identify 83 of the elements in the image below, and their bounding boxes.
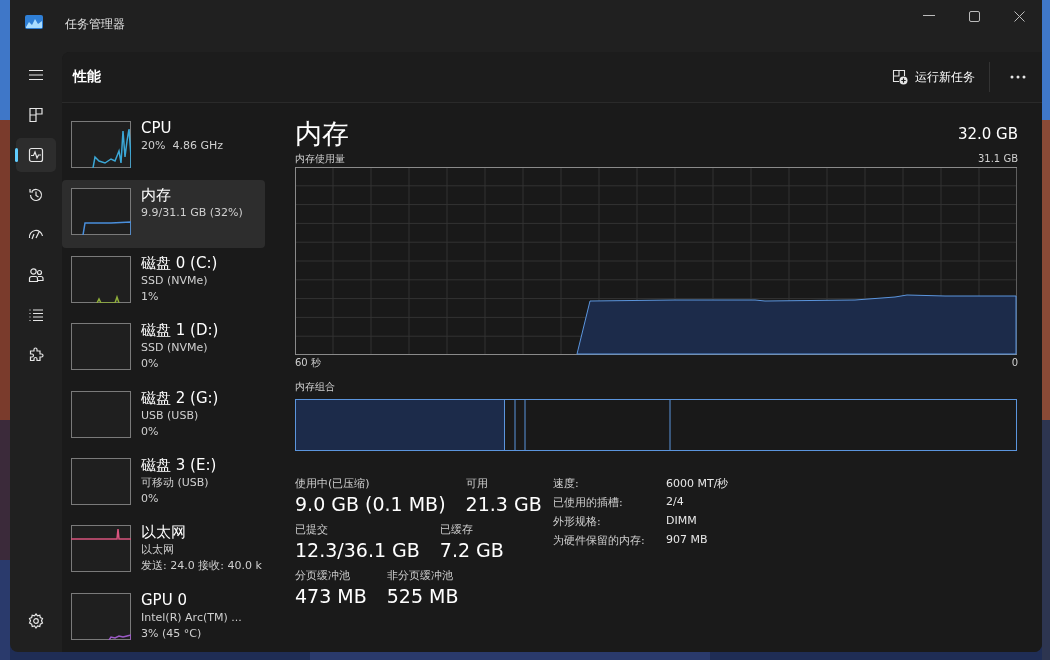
device-info: 20% 4.86 GHz — [141, 138, 223, 154]
add-task-icon — [892, 69, 908, 85]
device-info: SSD (NVMe) — [141, 272, 209, 289]
usage-graph — [71, 188, 131, 236]
device-item[interactable]: 磁盘 0 (C:) SSD (NVMe) 1% — [62, 247, 265, 316]
menu-icon — [28, 67, 44, 83]
stat-value: 9.0 GB (0.1 MB) — [295, 492, 446, 516]
spec-value: 6000 MT/秒 — [666, 476, 729, 491]
device-item[interactable]: 磁盘 2 (G:) USB (USB) 0% — [62, 382, 265, 450]
page-title: 性能 — [73, 68, 101, 86]
usage-graph — [71, 121, 131, 168]
spec-label: 外形规格: — [553, 514, 602, 529]
device-info: SSD (NVMe) — [141, 340, 209, 357]
spec-label: 速度: — [553, 476, 580, 491]
stat-value: 525 MB — [386, 584, 459, 608]
more-icon — [1010, 75, 1026, 79]
usage-graph — [71, 323, 131, 371]
stat-label: 已缓存 — [439, 522, 474, 538]
device-name: 磁盘 1 (D:) — [141, 320, 219, 341]
device-item[interactable]: CPU 20% 4.86 GHz — [62, 113, 265, 181]
puzzle-icon — [28, 347, 44, 363]
device-info: 1% — [141, 288, 160, 305]
device-item[interactable]: 内存 9.9/31.1 GB (32%) — [62, 180, 265, 248]
spec-value: 907 MB — [666, 533, 709, 548]
time-end: 0 — [1011, 356, 1018, 370]
users-icon — [28, 267, 44, 283]
spec-label: 为硬件保留的内存: — [553, 533, 646, 548]
maximize-icon[interactable] — [969, 10, 980, 22]
device-name: CPU — [141, 118, 173, 138]
device-info: 9.9/31.1 GB (32%) — [141, 205, 243, 222]
max-label: 31.1 GB — [977, 152, 1018, 166]
composition-label: 内存组合 — [295, 380, 336, 394]
device-name: 磁盘 2 (G:) — [141, 387, 219, 408]
time-start: 60 秒 — [295, 356, 321, 370]
list-icon — [28, 307, 44, 323]
device-item[interactable]: GPU 0 Intel(R) Arc(TM) ... 3% (45 °C) — [62, 584, 265, 652]
device-name: 内存 — [141, 185, 172, 206]
device-info: 发送: 24.0 接收: 40.0 k — [141, 558, 262, 575]
device-name: 以太网 — [141, 522, 187, 543]
stat-label: 已提交 — [295, 522, 329, 538]
stat-label: 使用中(已压缩) — [295, 476, 371, 492]
stat-label: 可用 — [465, 476, 489, 492]
device-info: 0% — [141, 423, 160, 440]
device-name: 磁盘 0 (C:) — [141, 252, 218, 273]
usage-graph — [71, 255, 131, 303]
close-icon[interactable] — [1014, 10, 1025, 22]
app-icon — [25, 15, 43, 29]
stat-value: 12.3/36.1 GB — [295, 538, 420, 562]
usage-graph — [71, 525, 131, 573]
chart-label: 内存使用量 — [295, 152, 345, 166]
capacity: 32.0 GB — [957, 125, 1018, 143]
minimize-icon[interactable] — [923, 15, 935, 17]
run-new-task-button[interactable]: 运行新任务 — [884, 64, 983, 90]
nav-button[interactable] — [16, 138, 56, 172]
device-item[interactable]: 磁盘 1 (D:) SSD (NVMe) 0% — [62, 315, 265, 383]
usage-graph — [71, 592, 131, 640]
pulse-icon — [28, 147, 44, 163]
grid-icon — [28, 107, 44, 123]
spec-value: DIMM — [666, 514, 698, 529]
usage-graph — [71, 457, 131, 505]
device-info: Intel(R) Arc(TM) ... — [141, 609, 242, 626]
device-name: GPU 0 — [141, 589, 188, 610]
detail-title: 内存 — [295, 117, 349, 151]
device-item[interactable]: 以太网 以太网 发送: 24.0 接收: 40.0 k — [62, 517, 265, 585]
stat-value: 21.3 GB — [465, 492, 542, 516]
device-info: USB (USB) — [141, 407, 200, 424]
device-info: 可移动 (USB) — [141, 474, 210, 491]
device-info: 0% — [141, 356, 160, 373]
device-item[interactable]: 磁盘 3 (E:) 可移动 (USB) 0% — [62, 449, 265, 518]
stat-value: 7.2 GB — [439, 538, 504, 562]
usage-graph — [71, 390, 131, 438]
settings-icon — [28, 613, 44, 629]
stat-label: 分页缓冲池 — [295, 568, 351, 584]
device-name: 磁盘 3 (E:) — [141, 454, 217, 475]
device-info: 以太网 — [141, 542, 175, 559]
stat-label: 非分页缓冲池 — [386, 568, 454, 584]
stat-value: 473 MB — [295, 584, 367, 608]
device-info: 0% — [141, 490, 160, 507]
spec-value: 2/4 — [666, 495, 685, 510]
window-title: 任务管理器 — [65, 16, 125, 33]
device-info: 3% (45 °C) — [141, 625, 203, 642]
spec-label: 已使用的插槽: — [553, 495, 624, 510]
clock-icon — [28, 187, 44, 203]
